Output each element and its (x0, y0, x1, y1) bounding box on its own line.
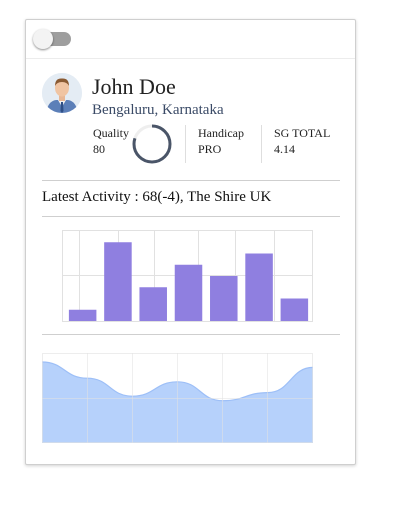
bar (68, 309, 97, 321)
bar-chart (62, 230, 313, 322)
stat-divider (185, 125, 186, 163)
stat-value-handicap: PRO (198, 142, 222, 156)
profile-location: Bengaluru, Karnataka (92, 102, 224, 118)
quality-gauge (132, 124, 172, 164)
stat-value-sg-total: 4.14 (274, 142, 295, 156)
toggle-knob[interactable] (33, 29, 53, 49)
stat-value-quality: 80 (93, 142, 105, 156)
avatar (42, 73, 82, 113)
activity-score: 68(-4) (142, 189, 180, 205)
bar (245, 253, 273, 321)
bar (139, 287, 167, 321)
toggle-switch[interactable] (33, 29, 71, 49)
card-header (26, 20, 355, 59)
profile-card: John Doe Bengaluru, Karnataka Quality 80… (25, 19, 356, 465)
profile-name: John Doe (92, 74, 176, 99)
latest-activity: Latest Activity : 68(-4), The Shire UK (42, 189, 271, 206)
stat-label-quality: Quality (93, 126, 129, 140)
bar (174, 264, 203, 321)
bar (104, 242, 132, 321)
stat-label-handicap: Handicap (198, 126, 244, 140)
divider (42, 334, 340, 335)
activity-course: The Shire UK (187, 189, 272, 205)
stat-divider (261, 125, 262, 163)
avatar-image (42, 73, 82, 113)
area-chart (42, 353, 313, 443)
bar (210, 276, 238, 321)
stat-label-sg-total: SG TOTAL (274, 126, 331, 140)
divider (42, 180, 340, 181)
bar (280, 298, 309, 321)
divider (42, 216, 340, 217)
activity-prefix: Latest Activity : (42, 189, 143, 205)
